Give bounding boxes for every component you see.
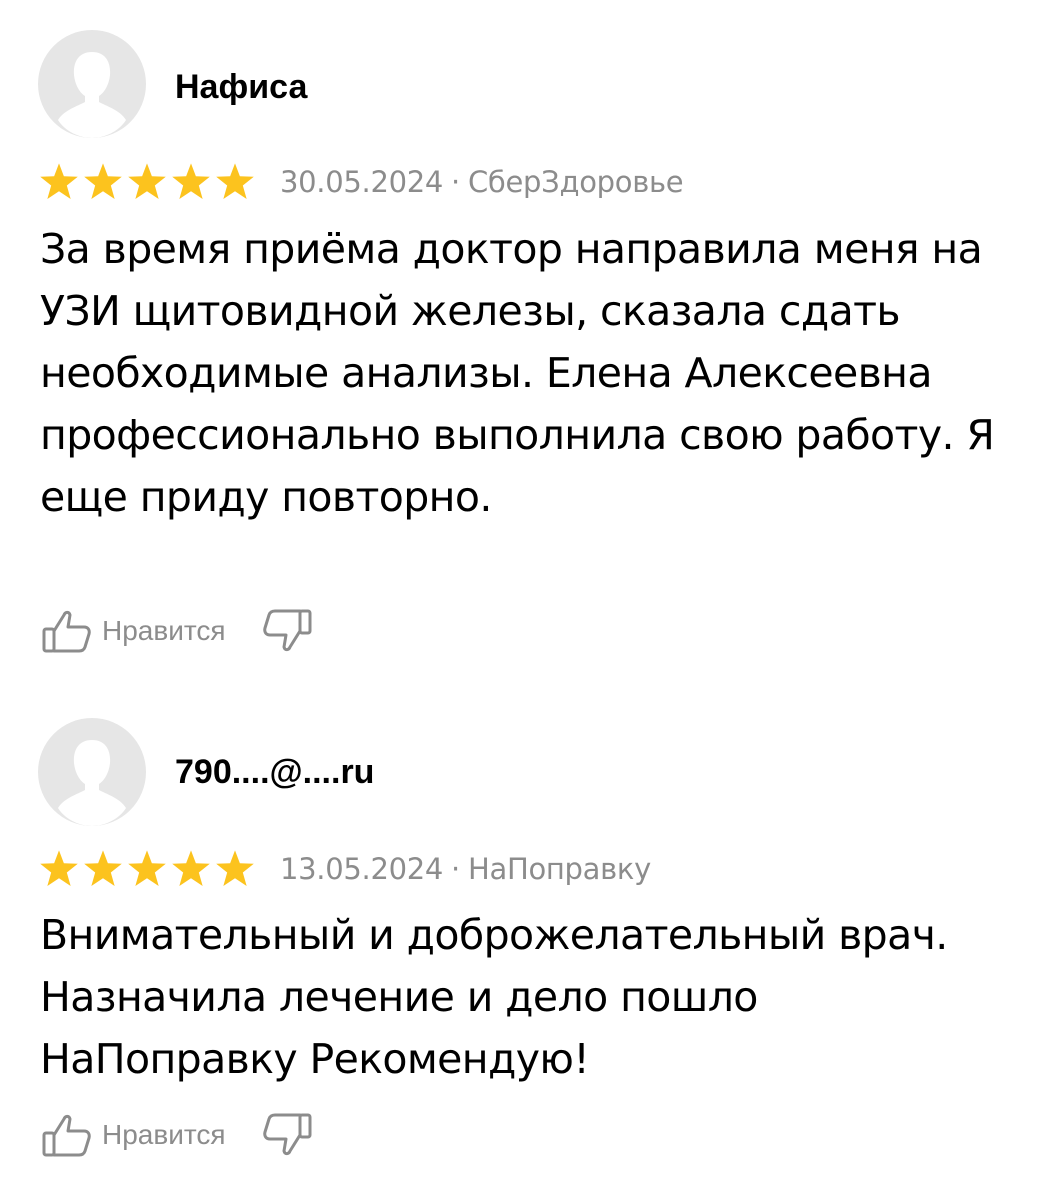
- avatar[interactable]: [38, 718, 146, 826]
- like-button[interactable]: Нравится: [40, 607, 226, 655]
- review-text: Внимательный и доброжелательный врач. На…: [40, 911, 948, 1083]
- star-icon: [38, 849, 80, 889]
- meta-separator: ·: [451, 165, 460, 199]
- star-icon: [170, 849, 212, 889]
- avatar[interactable]: [38, 30, 146, 138]
- dislike-button[interactable]: [262, 607, 314, 655]
- dislike-button[interactable]: [262, 1111, 314, 1159]
- user-silhouette-icon: [58, 740, 126, 826]
- review-meta: 13.05.2024 · НаПоправку: [280, 852, 651, 886]
- like-label: Нравится: [102, 615, 226, 646]
- author-name[interactable]: 790....@....ru: [175, 752, 374, 792]
- review-text: За время приёма доктор направила меня на…: [40, 225, 995, 521]
- review-meta: 30.05.2024 · СберЗдоровье: [280, 165, 684, 199]
- author-name[interactable]: Нафиса: [175, 67, 307, 107]
- like-button[interactable]: Нравится: [40, 1111, 226, 1159]
- review-source: СберЗдоровье: [467, 165, 684, 199]
- reactions-row: Нравится: [40, 606, 314, 656]
- star-icon: [214, 162, 256, 202]
- thumbs-up-icon: [42, 1114, 91, 1157]
- star-rating: [38, 162, 256, 202]
- star-icon: [38, 162, 80, 202]
- user-silhouette-icon: [58, 52, 126, 138]
- meta-separator: ·: [451, 852, 460, 886]
- thumbs-down-icon: [262, 609, 312, 652]
- review-date: 13.05.2024: [280, 852, 444, 886]
- star-icon: [214, 849, 256, 889]
- star-rating: [38, 849, 256, 889]
- review-date: 30.05.2024: [280, 165, 444, 199]
- thumbs-up-icon: [42, 610, 91, 653]
- star-icon: [170, 162, 212, 202]
- review-source: НаПоправку: [467, 852, 652, 886]
- star-icon: [82, 849, 124, 889]
- star-icon: [82, 162, 124, 202]
- reactions-row: Нравится: [40, 1110, 314, 1160]
- star-icon: [126, 162, 168, 202]
- rating-meta-row: 30.05.2024 · СберЗдоровье: [38, 162, 684, 202]
- rating-meta-row: 13.05.2024 · НаПоправку: [38, 849, 651, 889]
- thumbs-down-icon: [262, 1113, 312, 1156]
- like-label: Нравится: [102, 1119, 226, 1150]
- star-icon: [126, 849, 168, 889]
